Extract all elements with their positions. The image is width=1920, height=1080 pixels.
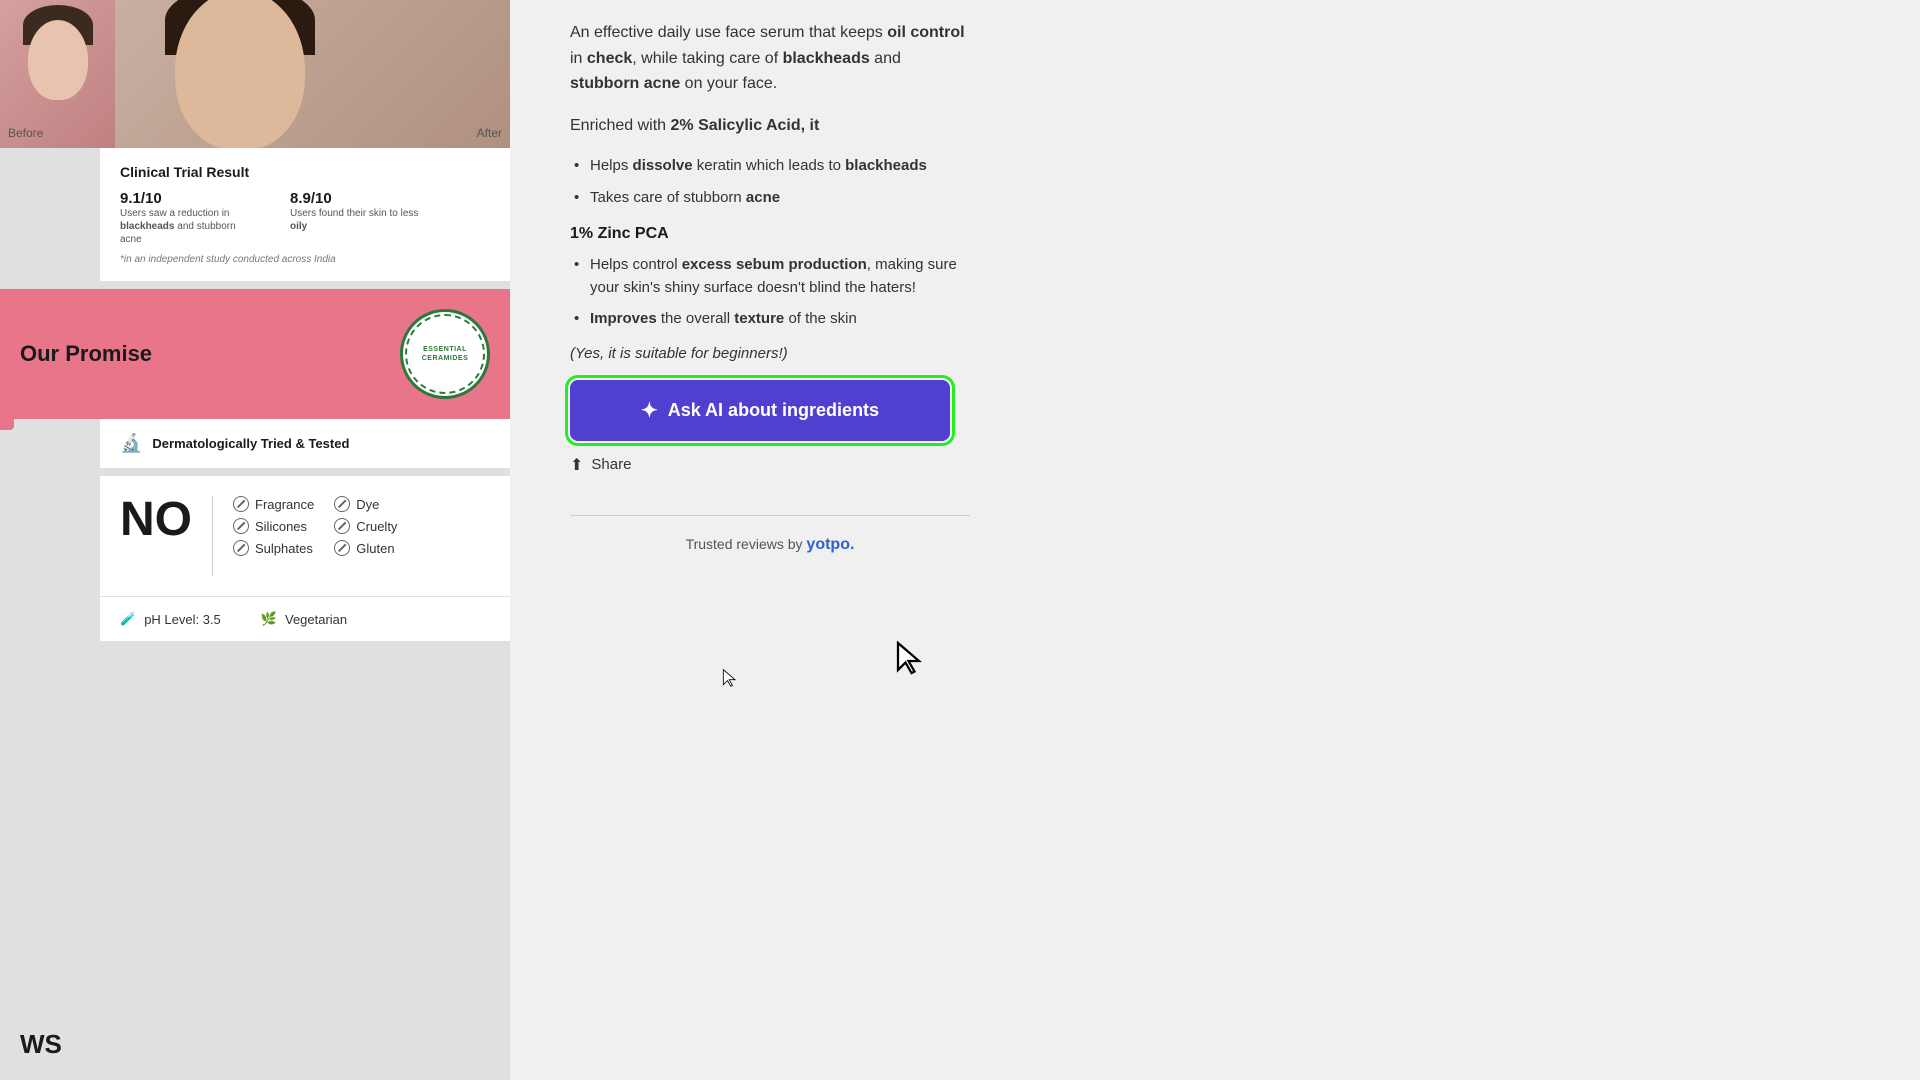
trusted-reviews: Trusted reviews by yotpo. (570, 515, 970, 554)
clinical-trial-title: Clinical Trial Result (120, 164, 490, 180)
ph-item: 🧪 pH Level: 3.5 (120, 611, 221, 627)
ph-label: pH Level: 3.5 (144, 612, 221, 627)
enriched-intro: Enriched with 2% Salicylic Acid, it (570, 113, 970, 139)
badge-text-1: ESSENTIAL CERAMIDES (422, 345, 469, 363)
product-description: An effective daily use face serum that k… (570, 20, 970, 554)
our-promise-section: Our Promise ESSENTIAL CERAMIDES (0, 289, 510, 419)
after-image: After (115, 0, 510, 148)
right-panel: An effective daily use face serum that k… (510, 0, 1920, 1080)
badge-line2: CERAMIDES (422, 355, 469, 362)
check-bold: check (587, 50, 632, 67)
veg-item: 🌿 Vegetarian (261, 611, 347, 627)
face-silhouette-after (175, 0, 305, 148)
no-cruelty-icon (334, 518, 350, 534)
benefit-acne: Takes care of stubborn acne (570, 186, 970, 209)
no-gluten-label: Gluten (356, 541, 394, 556)
left-accent (0, 300, 14, 430)
stubborn-acne-bold: stubborn acne (570, 75, 680, 92)
promise-title: Our Promise (20, 341, 152, 367)
no-item-sulphates: Sulphates (233, 540, 314, 556)
salicylic-benefits-list: Helps dissolve keratin which leads to bl… (570, 154, 970, 209)
no-fragrance-icon (233, 496, 249, 512)
left-panel: Before After Clinical Trial Result 9.1/1… (0, 0, 510, 1080)
no-cruelty-label: Cruelty (356, 519, 397, 534)
score-2-desc: Users found their skin to less oily (290, 207, 420, 233)
score-2-value: 8.9/10 (290, 190, 420, 207)
no-gluten-icon (334, 540, 350, 556)
score-1-pre: Users saw a reduction in (120, 208, 230, 219)
no-item-gluten: Gluten (334, 540, 415, 556)
no-dye-label: Dye (356, 497, 379, 512)
ph-veg-row: 🧪 pH Level: 3.5 🌿 Vegetarian (100, 597, 510, 641)
badge-line1: ESSENTIAL (423, 346, 467, 353)
score-1-bold: blackheads (120, 221, 174, 232)
before-image: Before (0, 0, 115, 148)
veg-label: Vegetarian (285, 612, 347, 627)
benefit-sebum: Helps control excess sebum production, m… (570, 253, 970, 300)
after-label: After (477, 126, 502, 140)
share-icon: ⬆ (570, 455, 583, 475)
oil-control-bold: oil control (887, 24, 964, 41)
no-silicones-icon (233, 518, 249, 534)
derm-icon: 🔬 (120, 433, 142, 454)
clinical-trial-section: Clinical Trial Result 9.1/10 Users saw a… (100, 148, 510, 281)
desc-intro: An effective daily use face serum that k… (570, 20, 970, 97)
benefit-dissolve: Helps dissolve keratin which leads to bl… (570, 154, 970, 177)
reviews-heading: WS (20, 1029, 62, 1060)
trial-score-2: 8.9/10 Users found their skin to less oi… (290, 190, 420, 246)
benefit-texture: Improves the overall texture of the skin (570, 307, 970, 330)
ph-icon: 🧪 (120, 611, 136, 627)
no-items-grid: Fragrance Dye Silicones Cruelty Sulphate… (233, 496, 416, 556)
share-label: Share (591, 456, 631, 473)
suitable-note: (Yes, it is suitable for beginners!) (570, 345, 970, 362)
score-2-pre: Users found their skin to less (290, 208, 418, 219)
no-section: NO Fragrance Dye Silicones Cruelty (100, 476, 510, 596)
no-silicones-label: Silicones (255, 519, 307, 534)
no-item-cruelty: Cruelty (334, 518, 415, 534)
page-wrapper: Before After Clinical Trial Result 9.1/1… (0, 0, 1920, 1080)
before-label: Before (8, 126, 43, 140)
yotpo-brand: yotpo. (806, 536, 854, 553)
score-2-bold: oily (290, 221, 307, 232)
ask-ai-button[interactable]: ✦ Ask AI about ingredients (570, 380, 950, 441)
trial-scores: 9.1/10 Users saw a reduction in blackhea… (120, 190, 490, 246)
face-silhouette-before (28, 20, 88, 100)
trial-score-1: 9.1/10 Users saw a reduction in blackhea… (120, 190, 250, 246)
no-item-silicones: Silicones (233, 518, 314, 534)
trusted-pre: Trusted reviews by (686, 536, 807, 552)
zinc-benefits-list: Helps control excess sebum production, m… (570, 253, 970, 331)
zinc-heading: 1% Zinc PCA (570, 225, 970, 243)
no-sulphates-icon (233, 540, 249, 556)
derm-text: Dermatologically Tried & Tested (152, 436, 349, 451)
blackheads-bold: blackheads (783, 50, 870, 67)
share-row[interactable]: ⬆ Share (570, 455, 970, 475)
score-1-desc: Users saw a reduction in blackheads and … (120, 207, 250, 246)
promise-badge: ESSENTIAL CERAMIDES (400, 309, 490, 399)
no-dye-icon (334, 496, 350, 512)
no-label: NO (120, 496, 192, 544)
sparkle-icon: ✦ (641, 398, 658, 423)
no-item-dye: Dye (334, 496, 415, 512)
no-fragrance-label: Fragrance (255, 497, 314, 512)
score-1-value: 9.1/10 (120, 190, 250, 207)
no-item-fragrance: Fragrance (233, 496, 314, 512)
derm-tested-section: 🔬 Dermatologically Tried & Tested (100, 419, 510, 468)
ask-ai-label: Ask AI about ingredients (668, 400, 879, 421)
before-after-container: Before After (0, 0, 510, 148)
veg-icon: 🌿 (261, 611, 277, 627)
salicylic-bold: 2% Salicylic Acid, it (671, 117, 820, 134)
no-sulphates-label: Sulphates (255, 541, 313, 556)
trial-note: *in an independent study conducted acros… (120, 254, 490, 265)
badge-inner: ESSENTIAL CERAMIDES (405, 314, 485, 394)
no-divider (212, 496, 213, 576)
